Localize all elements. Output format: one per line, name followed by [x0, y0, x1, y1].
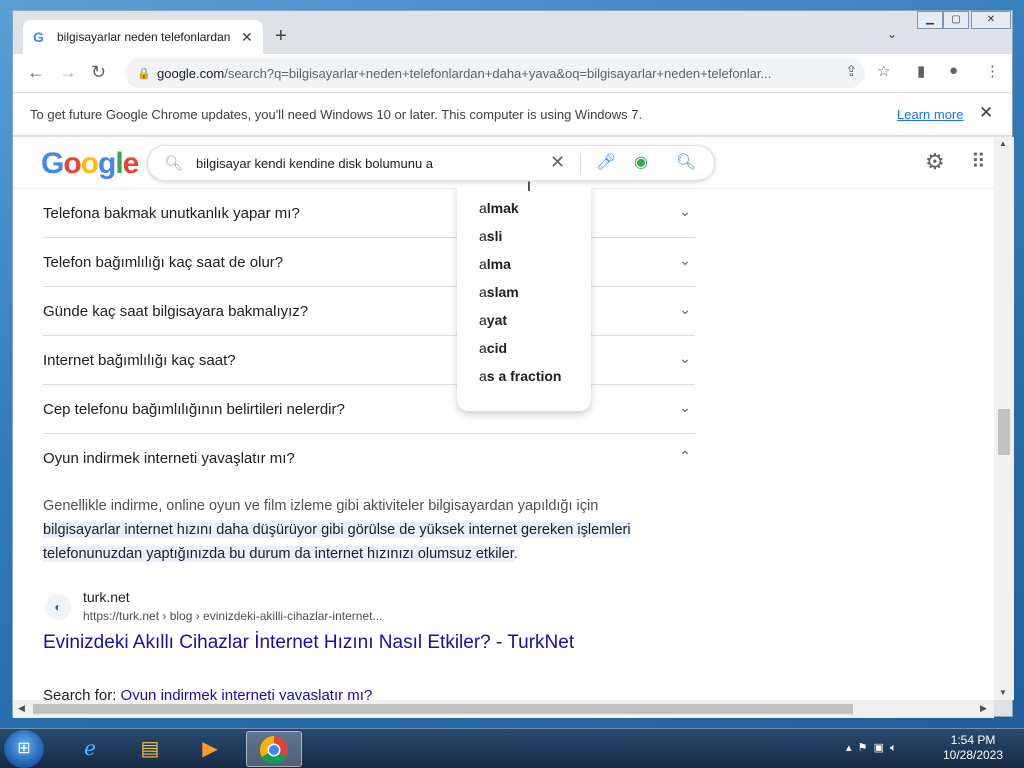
toolbar: ← → ↻ 🔒 google.com/search?q=bilgisayarla…	[13, 54, 1012, 92]
tab-title: bilgisayarlar neden telefonlardan	[57, 30, 231, 44]
faq-item[interactable]: Telefona bakmak unutkanlık yapar mı? ⌄	[43, 189, 695, 238]
google-favicon-icon: G	[33, 29, 44, 45]
maximize-button[interactable]: ▢	[943, 11, 969, 29]
google-lens-icon[interactable]: ◉	[634, 152, 648, 172]
chrome-logo-icon	[260, 736, 288, 764]
suggestion-item[interactable]: ayat	[479, 312, 507, 328]
chevron-down-icon: ⌄	[679, 350, 691, 366]
source-site[interactable]: turk.net	[83, 589, 130, 605]
profile-avatar-icon[interactable]: ●	[949, 62, 958, 79]
faq-item[interactable]: Internet bağımlılığı kaç saat? ⌄	[43, 336, 695, 385]
search-box[interactable]: 🔍︎ bilgisayar kendi kendine disk bolumun…	[147, 145, 715, 181]
start-button[interactable]: ⊞	[4, 730, 44, 768]
faq-item[interactable]: Günde kaç saat bilgisayara bakmalıyız? ⌄	[43, 287, 695, 336]
bookmark-star-icon[interactable]: ☆	[877, 62, 890, 80]
answer-highlight: bilgisayarlar internet hızını daha düşür…	[43, 522, 631, 562]
clock-date: 10/28/2023	[942, 748, 1004, 762]
scroll-right-arrow-icon[interactable]: ▶	[980, 703, 987, 714]
lock-icon: 🔒	[137, 67, 151, 80]
faq-question: Günde kaç saat bilgisayara bakmalıyız?	[43, 303, 309, 320]
search-input[interactable]: bilgisayar kendi kendine disk bolumunu a	[196, 156, 433, 171]
vertical-scroll-thumb[interactable]	[998, 409, 1010, 455]
search-for-label: Search for:	[43, 687, 117, 700]
faq-question: Telefon bağımlılığı kaç saat de olur?	[43, 254, 284, 271]
faq-question: Telefona bakmak unutkanlık yapar mı?	[43, 205, 300, 222]
suggestion-item[interactable]: almak	[479, 200, 519, 216]
file-explorer-icon[interactable]: ▤	[122, 731, 178, 767]
clock[interactable]: 1:54 PM 10/28/2023	[930, 733, 1016, 763]
faq-item[interactable]: Telefon bağımlılığı kaç saat de olur? ⌄	[43, 238, 695, 287]
media-player-icon[interactable]: ▶	[182, 731, 238, 767]
chevron-down-icon: ⌄	[679, 252, 691, 268]
chrome-window: G bilgisayarlar neden telefonlardan ✕ + …	[12, 10, 1014, 718]
faq-question: Oyun indirmek interneti yavaşlatır mı?	[43, 450, 295, 467]
google-header: Google 🔍︎ bilgisayar kendi kendine disk …	[13, 137, 994, 189]
search-submit-icon[interactable]: 🔍︎	[676, 152, 696, 172]
horizontal-scroll-thumb[interactable]	[33, 704, 853, 714]
faq-question: Cep telefonu bağımlılığının belirtileri …	[43, 401, 345, 418]
tab-close-icon[interactable]: ✕	[241, 29, 253, 46]
side-panel-icon[interactable]: ▮	[917, 62, 925, 80]
result-title-link[interactable]: Evinizdeki Akıllı Cihazlar İnternet Hızı…	[43, 632, 574, 654]
infobar-message: To get future Google Chrome updates, you…	[30, 107, 643, 122]
search-for-link[interactable]: Oyun indirmek interneti yavaşlatır mı?	[121, 687, 373, 700]
voice-search-mic-icon[interactable]: 🎤︎	[596, 152, 616, 172]
chrome-taskbar-icon[interactable]	[246, 731, 302, 767]
clear-search-icon[interactable]: ✕	[550, 152, 565, 173]
faq-item-expanded[interactable]: Oyun indirmek interneti yavaşlatır mı? ⌃	[43, 434, 695, 483]
chevron-down-icon: ⌄	[679, 399, 691, 415]
url-text[interactable]: google.com/search?q=bilgisayarlar+neden+…	[157, 66, 837, 81]
answer-text: Genellikle indirme, online oyun ve film …	[43, 498, 599, 514]
tab-search-chevron-icon[interactable]: ⌄	[887, 27, 897, 41]
clock-time: 1:54 PM	[950, 733, 996, 747]
new-tab-button[interactable]: +	[275, 25, 287, 48]
turknet-favicon-icon: ◐	[45, 594, 71, 620]
scroll-up-arrow-icon[interactable]: ▲	[999, 139, 1007, 148]
address-bar[interactable]: 🔒 google.com/search?q=bilgisayarlar+nede…	[125, 58, 865, 88]
chevron-down-icon: ⌄	[679, 203, 691, 219]
faq-question: Internet bağımlılığı kaç saat?	[43, 352, 236, 369]
suggestion-item[interactable]: as a fraction	[479, 368, 562, 384]
google-logo[interactable]: Google	[41, 147, 139, 181]
faq-answer: Genellikle indirme, online oyun ve film …	[43, 498, 631, 562]
tab-bar: G bilgisayarlar neden telefonlardan ✕ + …	[13, 11, 1012, 54]
settings-gear-icon[interactable]: ⚙	[925, 149, 945, 175]
infobar-close-icon[interactable]: ✕	[979, 103, 993, 123]
share-icon[interactable]: ⇪	[845, 62, 858, 80]
search-icon: 🔍︎	[164, 155, 184, 172]
taskbar: ⊞ ℯ ▤ ▶ ▴ ⚑ ▣ 🔈︎ 1:54 PM 10/28/2023	[0, 728, 1024, 768]
scroll-left-arrow-icon[interactable]: ◀	[18, 703, 25, 714]
suggestion-item[interactable]: asli	[479, 228, 502, 244]
close-window-button[interactable]: ✕	[971, 11, 1011, 29]
menu-kebab-icon[interactable]: ⋮	[985, 62, 1000, 80]
divider	[580, 154, 581, 174]
ibeam-cursor-icon: I	[527, 178, 531, 194]
back-button[interactable]: ←	[27, 62, 45, 83]
chevron-down-icon: ⌄	[679, 301, 691, 317]
internet-explorer-icon[interactable]: ℯ	[62, 731, 118, 767]
search-for: Search for: Oyun indirmek interneti yava…	[43, 687, 372, 700]
autocomplete-dropdown: almak asli alma aslam ayat acid as a fra…	[457, 187, 591, 411]
vertical-scrollbar[interactable]: ▲ ▼	[994, 137, 1014, 700]
tray-icons[interactable]: ▴ ⚑ ▣ 🔈︎	[846, 741, 897, 755]
learn-more-link[interactable]: Learn more	[897, 107, 963, 122]
suggestion-item[interactable]: alma	[479, 256, 511, 272]
faq-item[interactable]: Cep telefonu bağımlılığının belirtileri …	[43, 385, 695, 434]
minimize-button[interactable]: ▁	[917, 11, 943, 29]
tab-active[interactable]: G bilgisayarlar neden telefonlardan ✕	[23, 20, 263, 54]
google-apps-grid-icon[interactable]: ⠿	[971, 149, 986, 174]
update-infobar: To get future Google Chrome updates, you…	[13, 92, 1012, 136]
suggestion-item[interactable]: aslam	[479, 284, 519, 300]
scroll-down-arrow-icon[interactable]: ▼	[999, 688, 1007, 697]
forward-button[interactable]: →	[59, 62, 77, 83]
reload-button[interactable]: ↻	[91, 62, 106, 83]
horizontal-scrollbar[interactable]: ◀ ▶	[13, 700, 994, 718]
source-url[interactable]: https://turk.net › blog › evinizdeki-aki…	[83, 609, 382, 623]
suggestion-item[interactable]: acid	[479, 340, 507, 356]
chevron-up-icon: ⌃	[679, 448, 691, 464]
